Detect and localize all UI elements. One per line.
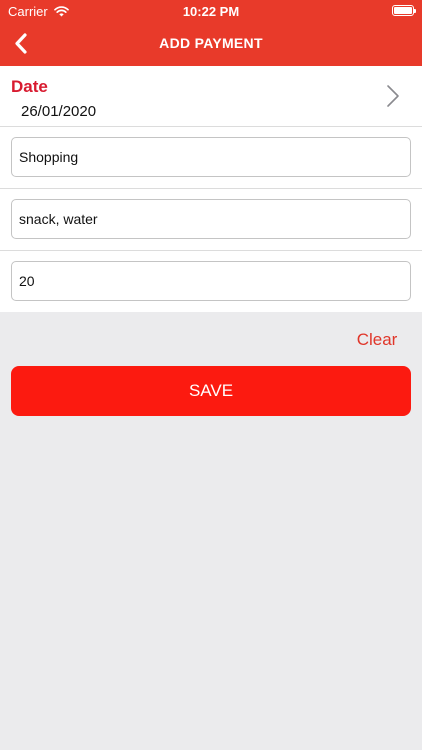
description-row (0, 189, 422, 251)
date-label: Date (11, 77, 48, 96)
navigation-bar: ADD PAYMENT (0, 22, 422, 66)
save-button[interactable]: SAVE (11, 366, 411, 416)
description-field[interactable] (11, 199, 411, 239)
page-title: ADD PAYMENT (159, 35, 263, 51)
date-picker-row[interactable]: Date 26/01/2020 (0, 66, 422, 127)
amount-field[interactable] (11, 261, 411, 301)
status-bar: Carrier 10:22 PM (0, 0, 422, 22)
date-value: 26/01/2020 (21, 103, 97, 120)
category-field[interactable] (11, 137, 411, 177)
payment-form: Date 26/01/2020 (0, 66, 422, 312)
category-row (0, 127, 422, 189)
chevron-right-icon (387, 85, 399, 107)
clear-button[interactable]: Clear (340, 326, 414, 354)
status-time: 10:22 PM (182, 4, 240, 19)
battery-icon (392, 5, 416, 16)
amount-row (0, 251, 422, 312)
